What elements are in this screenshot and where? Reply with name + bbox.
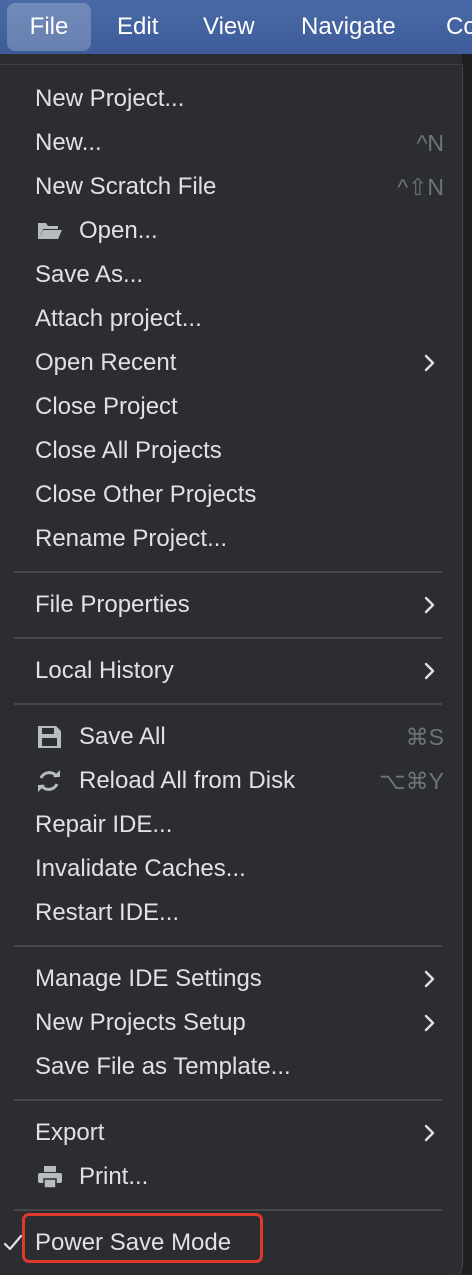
- editor-background-strip: [462, 54, 472, 1274]
- chevron-right-icon: [420, 969, 440, 989]
- menu-item-label: Local History: [35, 657, 174, 684]
- menu-separator: [14, 945, 442, 947]
- menu-item-label: Manage IDE Settings: [35, 965, 262, 992]
- menu-item-open[interactable]: Open...: [0, 209, 462, 253]
- menu-file[interactable]: File: [7, 3, 91, 51]
- menu-item-label: New Projects Setup: [35, 1009, 246, 1036]
- menu-item-manage-ide-settings[interactable]: Manage IDE Settings: [0, 957, 462, 1001]
- chevron-right-icon: [420, 1013, 440, 1033]
- menu-item-save-as[interactable]: Save As...: [0, 253, 462, 297]
- menu-item-close-other-projects[interactable]: Close Other Projects: [0, 473, 462, 517]
- shortcut-label: ^N: [416, 130, 444, 156]
- menu-separator: [14, 637, 442, 639]
- menu-item-close-all-projects[interactable]: Close All Projects: [0, 429, 462, 473]
- menu-item-file-properties[interactable]: File Properties: [0, 583, 462, 627]
- shortcut-label: ⌘S: [405, 724, 444, 750]
- menu-item-label: File Properties: [35, 591, 190, 618]
- chevron-right-icon: [420, 661, 440, 681]
- power-save-mode-highlight-box: [22, 1213, 263, 1263]
- menu-separator: [14, 703, 442, 705]
- menu-item-new[interactable]: New... ^N: [0, 121, 462, 165]
- printer-icon: [36, 1165, 64, 1189]
- menu-navigate[interactable]: Navigate: [292, 3, 405, 51]
- menu-item-repair-ide[interactable]: Repair IDE...: [0, 803, 462, 847]
- menu-item-label: Save File as Template...: [35, 1053, 291, 1080]
- menu-view[interactable]: View: [194, 3, 264, 51]
- menu-item-label: Save As...: [35, 261, 144, 288]
- shortcut-label: ^⇧N: [397, 174, 444, 200]
- menu-item-new-projects-setup[interactable]: New Projects Setup: [0, 1001, 462, 1045]
- menu-item-invalidate-caches[interactable]: Invalidate Caches...: [0, 847, 462, 891]
- chevron-right-icon: [420, 353, 440, 373]
- checkmark-icon: [2, 1232, 24, 1254]
- menu-item-label: New Project...: [35, 85, 185, 112]
- menu-item-export[interactable]: Export: [0, 1111, 462, 1155]
- menu-item-label: New Scratch File: [35, 173, 217, 200]
- menu-item-label: Invalidate Caches...: [35, 855, 246, 882]
- menu-item-label: Export: [35, 1119, 105, 1146]
- chevron-right-icon: [420, 1123, 440, 1143]
- menu-item-label: Print...: [79, 1163, 149, 1190]
- file-menu-dropdown: New Project... New... ^N New Scratch Fil…: [0, 64, 463, 1275]
- menu-item-label: Attach project...: [35, 305, 202, 332]
- menu-code[interactable]: Co: [437, 3, 472, 51]
- menu-edit[interactable]: Edit: [108, 3, 167, 51]
- menu-item-label: New...: [35, 129, 102, 156]
- menu-separator: [14, 1099, 442, 1101]
- menu-item-label: Save All: [79, 723, 166, 750]
- menu-item-save-file-as-template[interactable]: Save File as Template...: [0, 1045, 462, 1089]
- menu-item-reload-all-from-disk[interactable]: Reload All from Disk ⌥⌘Y: [0, 759, 462, 803]
- menu-item-attach-project[interactable]: Attach project...: [0, 297, 462, 341]
- menu-item-label: Repair IDE...: [35, 811, 173, 838]
- menu-item-rename-project[interactable]: Rename Project...: [0, 517, 462, 561]
- menu-bar: File Edit View Navigate Co: [0, 0, 472, 54]
- menu-item-new-project[interactable]: New Project...: [0, 77, 462, 121]
- reload-icon: [36, 769, 64, 793]
- floppy-disk-icon: [36, 725, 64, 749]
- menu-item-label: Close Project: [35, 393, 178, 420]
- folder-open-icon: [36, 219, 64, 243]
- menu-item-restart-ide[interactable]: Restart IDE...: [0, 891, 462, 935]
- menu-item-label: Rename Project...: [35, 525, 228, 552]
- menu-item-label: Open Recent: [35, 349, 177, 376]
- menu-separator: [14, 571, 442, 573]
- menu-item-save-all[interactable]: Save All ⌘S: [0, 715, 462, 759]
- chevron-right-icon: [420, 595, 440, 615]
- menu-item-local-history[interactable]: Local History: [0, 649, 462, 693]
- menu-item-open-recent[interactable]: Open Recent: [0, 341, 462, 385]
- menu-item-label: Restart IDE...: [35, 899, 180, 926]
- menu-item-new-scratch-file[interactable]: New Scratch File ^⇧N: [0, 165, 462, 209]
- menu-item-label: Open...: [79, 217, 158, 244]
- menu-item-label: Close All Projects: [35, 437, 222, 464]
- menu-item-label: Close Other Projects: [35, 481, 257, 508]
- menu-item-print[interactable]: Print...: [0, 1155, 462, 1199]
- menu-separator: [14, 1209, 442, 1211]
- shortcut-label: ⌥⌘Y: [379, 768, 444, 794]
- menu-item-close-project[interactable]: Close Project: [0, 385, 462, 429]
- menu-item-label: Reload All from Disk: [79, 767, 296, 794]
